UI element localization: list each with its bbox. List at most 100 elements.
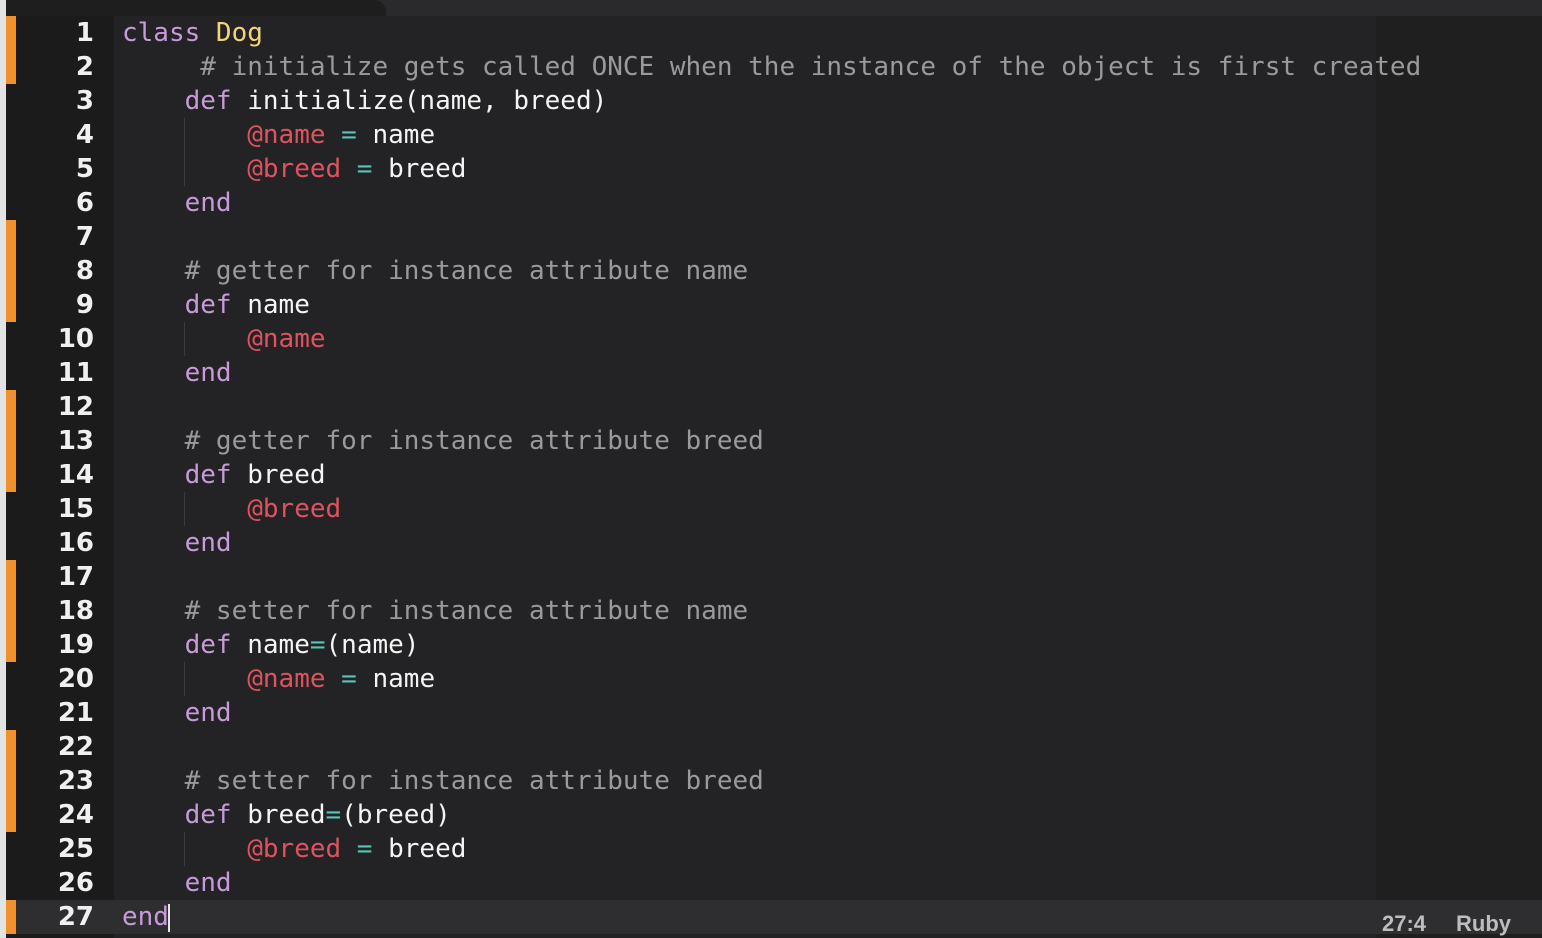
code-line[interactable]: 8 # getter for instance attribute name bbox=[6, 254, 1542, 288]
line-number: 14 bbox=[57, 460, 94, 490]
code-token: breed bbox=[388, 834, 467, 864]
code-token: # setter for instance attribute breed bbox=[122, 766, 764, 796]
code-line[interactable]: 15 @breed bbox=[6, 492, 1542, 526]
code-line[interactable]: 9 def name bbox=[6, 288, 1542, 322]
code-line[interactable]: 27 end bbox=[6, 900, 1542, 934]
code-text[interactable]: @breed = breed bbox=[122, 152, 466, 186]
code-token: breed bbox=[388, 154, 467, 184]
code-token: @breed bbox=[247, 834, 342, 864]
code-token: = bbox=[341, 834, 389, 864]
status-bar: 27:4 Ruby bbox=[1376, 904, 1542, 938]
code-token: end bbox=[122, 698, 232, 728]
tab-active[interactable] bbox=[6, 0, 386, 16]
code-text[interactable]: end bbox=[122, 356, 232, 390]
line-number: 27 bbox=[57, 902, 94, 932]
code-token: = bbox=[341, 154, 389, 184]
code-token: def bbox=[122, 460, 248, 490]
code-token: end bbox=[122, 528, 232, 558]
code-line[interactable]: 10 @name bbox=[6, 322, 1542, 356]
line-number: 13 bbox=[57, 426, 94, 456]
code-token: end bbox=[122, 188, 232, 218]
code-text[interactable]: end bbox=[122, 696, 232, 730]
code-line[interactable]: 24 def breed=(breed) bbox=[6, 798, 1542, 832]
code-token: # getter for instance attribute breed bbox=[122, 426, 764, 456]
code-text[interactable]: end bbox=[122, 900, 169, 934]
line-number: 26 bbox=[57, 868, 94, 898]
code-text[interactable]: # initialize gets called ONCE when the i… bbox=[122, 50, 1421, 84]
code-token: name bbox=[247, 290, 310, 320]
code-token: initialize(name, breed) bbox=[247, 86, 608, 116]
code-line[interactable]: 3 def initialize(name, breed) bbox=[6, 84, 1542, 118]
code-line[interactable]: 14 def breed bbox=[6, 458, 1542, 492]
code-token: end bbox=[122, 358, 232, 388]
code-line[interactable]: 12 bbox=[6, 390, 1542, 424]
code-line[interactable]: 16 end bbox=[6, 526, 1542, 560]
code-line[interactable]: 13 # getter for instance attribute breed bbox=[6, 424, 1542, 458]
code-text[interactable]: @name = name bbox=[122, 118, 435, 152]
code-line[interactable]: 1 class Dog bbox=[6, 16, 1542, 50]
code-line[interactable]: 18 # setter for instance attribute name bbox=[6, 594, 1542, 628]
code-token: @breed bbox=[247, 494, 342, 524]
code-token: breed bbox=[247, 800, 326, 830]
code-text[interactable]: # setter for instance attribute name bbox=[122, 594, 749, 628]
code-text[interactable]: @breed = breed bbox=[122, 832, 466, 866]
code-line[interactable]: 17 bbox=[6, 560, 1542, 594]
line-number: 16 bbox=[57, 528, 94, 558]
code-token: @name bbox=[247, 120, 326, 150]
code-line[interactable]: 26 end bbox=[6, 866, 1542, 900]
code-line[interactable]: 21 end bbox=[6, 696, 1542, 730]
code-editor[interactable]: 1 class Dog 2 # initialize gets called ONC… bbox=[6, 16, 1542, 938]
code-line[interactable]: 22 bbox=[6, 730, 1542, 764]
code-text[interactable]: end bbox=[122, 186, 232, 220]
line-number: 15 bbox=[57, 494, 94, 524]
code-line[interactable]: 23 # setter for instance attribute breed bbox=[6, 764, 1542, 798]
code-text[interactable]: def name=(name) bbox=[122, 628, 420, 662]
code-text[interactable]: # getter for instance attribute breed bbox=[122, 424, 764, 458]
code-token: def bbox=[122, 800, 248, 830]
code-text[interactable]: def breed=(breed) bbox=[122, 798, 451, 832]
code-text[interactable]: @name = name bbox=[122, 662, 435, 696]
code-line[interactable]: 11 end bbox=[6, 356, 1542, 390]
text-cursor bbox=[168, 904, 170, 932]
line-number: 1 bbox=[75, 18, 94, 48]
code-line[interactable]: 25 @breed = breed bbox=[6, 832, 1542, 866]
code-text[interactable]: def name bbox=[122, 288, 310, 322]
code-token: (breed) bbox=[341, 800, 451, 830]
code-text[interactable]: # setter for instance attribute breed bbox=[122, 764, 764, 798]
code-token: class bbox=[122, 18, 216, 48]
language-mode[interactable]: Ruby bbox=[1456, 911, 1511, 937]
code-text[interactable]: def initialize(name, breed) bbox=[122, 84, 608, 118]
line-number: 22 bbox=[57, 732, 94, 762]
line-number: 10 bbox=[57, 324, 94, 354]
code-line[interactable]: 2 # initialize gets called ONCE when the… bbox=[6, 50, 1542, 84]
code-line[interactable]: 5 @breed = breed bbox=[6, 152, 1542, 186]
cursor-position[interactable]: 27:4 bbox=[1382, 911, 1426, 937]
code-text[interactable]: end bbox=[122, 866, 232, 900]
code-line[interactable]: 20 @name = name bbox=[6, 662, 1542, 696]
code-token: def bbox=[122, 630, 248, 660]
code-token: def bbox=[122, 290, 248, 320]
code-text[interactable]: @name bbox=[122, 322, 325, 356]
code-token: # setter for instance attribute name bbox=[122, 596, 749, 626]
code-token: # getter for instance attribute name bbox=[122, 256, 749, 286]
code-text[interactable]: def breed bbox=[122, 458, 326, 492]
line-number: 4 bbox=[75, 120, 94, 150]
window-top-chrome bbox=[0, 0, 1542, 16]
code-text[interactable]: @breed bbox=[122, 492, 341, 526]
code-line[interactable]: 19 def name=(name) bbox=[6, 628, 1542, 662]
code-text[interactable]: # getter for instance attribute name bbox=[122, 254, 749, 288]
line-number: 18 bbox=[57, 596, 94, 626]
code-line[interactable]: 4 @name = name bbox=[6, 118, 1542, 152]
line-number: 12 bbox=[57, 392, 94, 422]
code-line[interactable]: 7 bbox=[6, 220, 1542, 254]
code-text[interactable]: end bbox=[122, 526, 232, 560]
line-number: 24 bbox=[57, 800, 94, 830]
code-line[interactable]: 6 end bbox=[6, 186, 1542, 220]
line-number: 11 bbox=[57, 358, 94, 388]
code-text[interactable]: class Dog bbox=[122, 16, 263, 50]
